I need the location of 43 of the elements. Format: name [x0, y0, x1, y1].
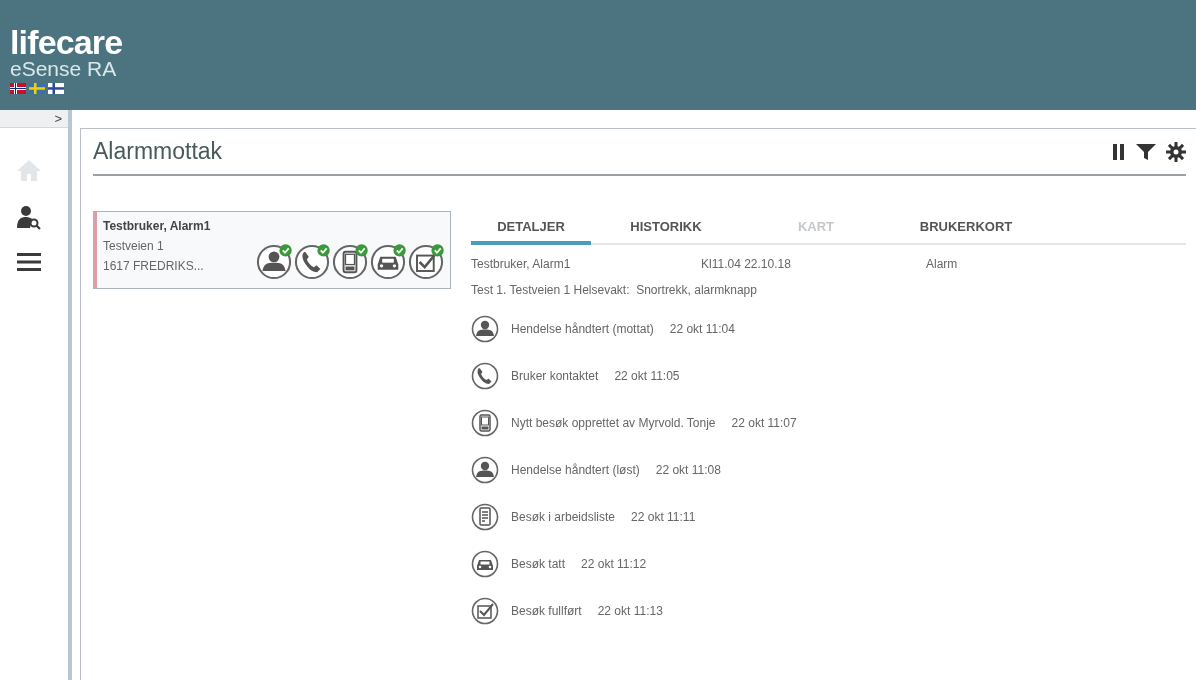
- flag-icon[interactable]: [10, 83, 26, 94]
- event-time: 22 okt 11:13: [597, 602, 663, 620]
- event-text: Besøk fullført: [511, 602, 582, 620]
- filter-icon[interactable]: [1136, 142, 1156, 161]
- page-title: Alarmmottak: [93, 137, 223, 167]
- person-icon: [471, 314, 499, 343]
- event-text: Hendelse håndtert (mottat): [511, 320, 654, 338]
- settings-icon[interactable]: [1166, 141, 1186, 162]
- tab[interactable]: DETALJER: [471, 213, 591, 245]
- tab[interactable]: HISTORIKK: [591, 211, 741, 243]
- user-search-icon[interactable]: [16, 204, 42, 230]
- event-time: 22 okt 11:04: [669, 320, 735, 338]
- tab[interactable]: BRUKERKORT: [891, 211, 1041, 243]
- alarm-info: Test 1. Testveien 1 Helsevakt: Snortrekk, alarmknapp: [471, 282, 758, 299]
- address: Testveien 1: [103, 238, 165, 255]
- checkbox-icon: [471, 596, 499, 625]
- menu-icon[interactable]: [17, 252, 41, 272]
- event-text: Hendelse håndtert (løst): [511, 461, 640, 479]
- event-time: 22 okt 11:05: [614, 367, 680, 385]
- event-time: 22 okt 11:08: [655, 461, 721, 479]
- alarm-card[interactable]: Testbruker, Alarm1 Testveien 1 1617 FREDRIKS...: [93, 211, 451, 289]
- clipboard-icon: [471, 502, 499, 531]
- brand-logo: lifecare: [10, 26, 124, 58]
- event-text: Besøk i arbeidsliste: [511, 508, 616, 526]
- sidebar-toggle[interactable]: >: [54, 112, 62, 125]
- event-time: 22 okt 11:12: [581, 555, 647, 573]
- product-name: eSense RA: [10, 58, 118, 80]
- event-text: Bruker kontaktet: [511, 367, 599, 385]
- flag-icon[interactable]: [48, 83, 64, 94]
- pause-icon[interactable]: [1112, 142, 1126, 161]
- user-name: Testbruker, Alarm1: [103, 218, 212, 235]
- phone-icon: [471, 361, 499, 390]
- event-time: 22 okt 11:07: [731, 414, 797, 432]
- event-time: 22 okt 11:11: [631, 508, 696, 526]
- alarm-type: Alarm: [926, 256, 958, 273]
- postal-address: 1617 FREDRIKS...: [103, 258, 205, 275]
- car-icon: [471, 549, 499, 578]
- event-text: Besøk tatt: [511, 555, 566, 573]
- user-name: Testbruker, Alarm1: [471, 256, 572, 273]
- person-icon: [471, 455, 499, 484]
- alarm-time: Kl11.04 22.10.18: [701, 256, 792, 273]
- event-text: Nytt besøk opprettet av Myrvold. Tonje: [511, 414, 716, 432]
- device-icon: [471, 408, 499, 437]
